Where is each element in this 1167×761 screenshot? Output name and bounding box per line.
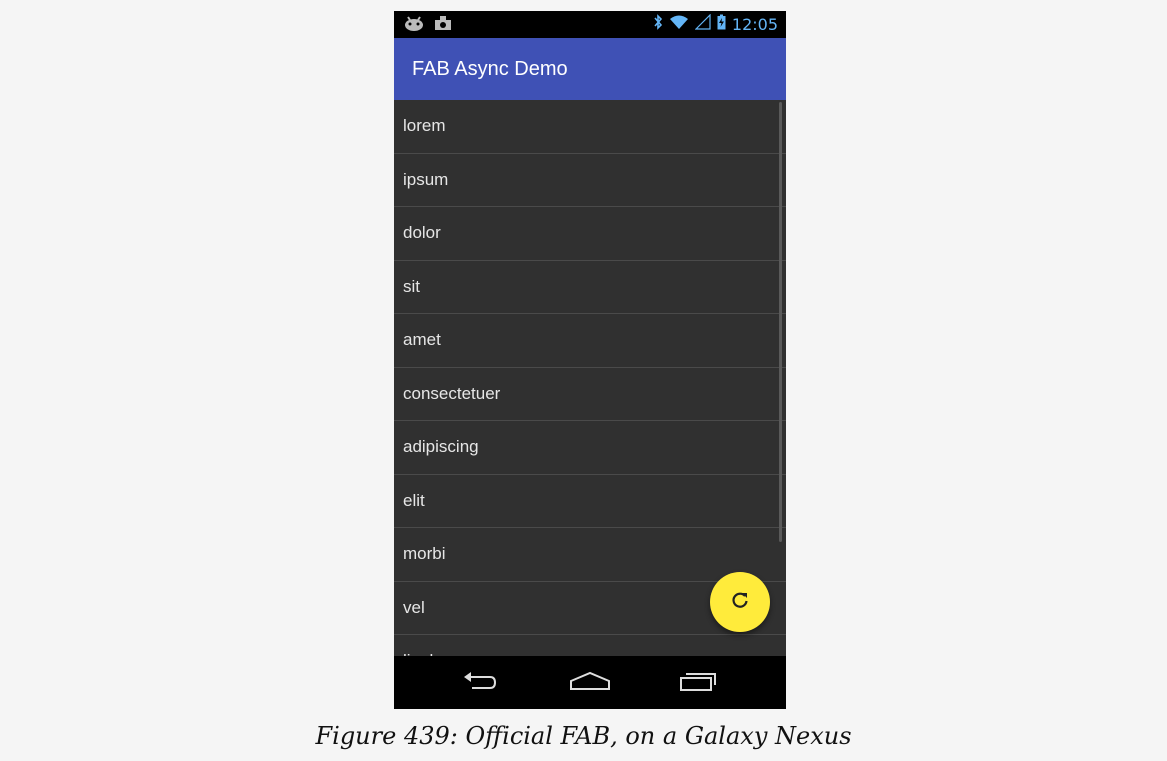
- item-list[interactable]: lorem ipsum dolor sit amet consectetuer …: [394, 100, 786, 656]
- app-title: FAB Async Demo: [412, 58, 568, 80]
- android-icon: [404, 15, 424, 36]
- signal-icon: [694, 13, 711, 35]
- scrollbar[interactable]: [779, 102, 782, 542]
- list-item[interactable]: consectetuer: [394, 368, 786, 421]
- list-item[interactable]: ipsum: [394, 154, 786, 207]
- status-clock: 12:05: [731, 15, 778, 34]
- recents-icon[interactable]: [679, 670, 717, 697]
- phone-screen: 12:05 FAB Async Demo lorem ipsum dolor s…: [394, 11, 786, 709]
- list-item[interactable]: lorem: [394, 100, 786, 154]
- list-item[interactable]: sit: [394, 261, 786, 314]
- status-bar: 12:05: [394, 11, 786, 38]
- figure-caption: Figure 439: Official FAB, on a Galaxy Ne…: [315, 722, 852, 750]
- home-icon[interactable]: [569, 670, 611, 697]
- app-bar: FAB Async Demo: [394, 38, 786, 100]
- list-item[interactable]: adipiscing: [394, 421, 786, 475]
- wifi-icon: [669, 14, 689, 35]
- refresh-fab-button[interactable]: [710, 572, 770, 632]
- navigation-bar: [394, 656, 786, 709]
- list-item[interactable]: amet: [394, 314, 786, 368]
- list-item[interactable]: dolor: [394, 207, 786, 261]
- battery-charging-icon: [717, 14, 726, 35]
- bluetooth-icon: [653, 14, 663, 35]
- list-item[interactable]: ligula: [394, 635, 786, 656]
- camera-icon: [434, 15, 452, 36]
- refresh-icon: [730, 590, 750, 615]
- list-item[interactable]: elit: [394, 475, 786, 528]
- back-icon[interactable]: [462, 670, 497, 697]
